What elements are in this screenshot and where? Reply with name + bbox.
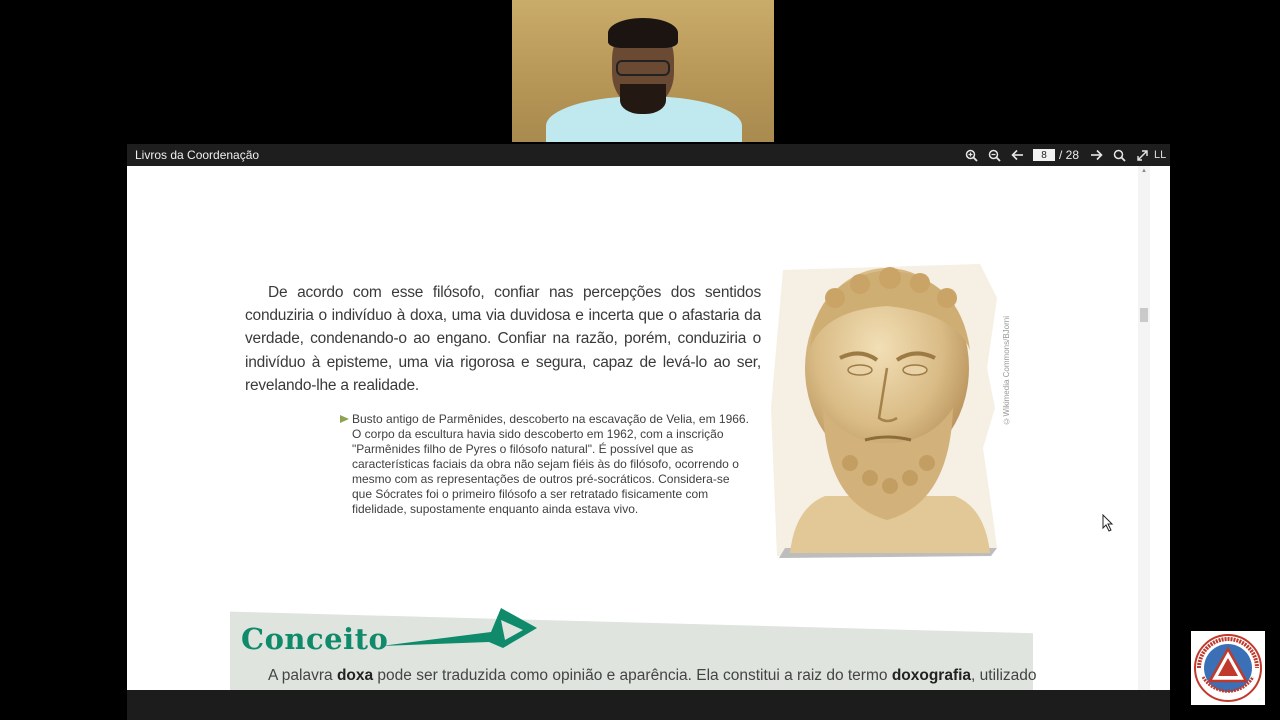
page-number-input[interactable] <box>1032 149 1055 161</box>
viewer-bottom-bar <box>127 690 1170 720</box>
document-page: De acordo com esse filósofo, confiar nas… <box>127 166 1170 690</box>
concept-text-part: , utilizado <box>971 667 1037 684</box>
person-beard <box>620 84 666 114</box>
concept-text-part: pode ser traduzida como opinião e aparên… <box>373 667 892 684</box>
concept-text: A palavra doxa pode ser traduzida como o… <box>268 667 1048 685</box>
webcam-video <box>512 0 774 142</box>
search-icon[interactable] <box>1108 144 1131 166</box>
arrow-right-icon[interactable] <box>1085 144 1108 166</box>
scroll-up-icon[interactable]: ▲ <box>1141 168 1147 174</box>
concept-term-doxografia: doxografia <box>891 667 972 684</box>
zoom-in-icon[interactable] <box>960 144 983 166</box>
image-caption: Busto antigo de Parmênides, descoberto n… <box>340 412 752 517</box>
school-logo <box>1191 631 1265 705</box>
body-paragraph: De acordo com esse filósofo, confiar nas… <box>245 281 761 397</box>
document-scrollbar[interactable]: ▲ <box>1138 166 1150 690</box>
person-hair <box>608 18 678 48</box>
document-title: Livros da Coordenação <box>135 148 260 162</box>
zoom-out-icon[interactable] <box>983 144 1006 166</box>
concept-arrow-icon <box>381 608 537 648</box>
page-total: / 28 <box>1058 148 1079 162</box>
concept-term-doxa: doxa <box>336 667 374 684</box>
mouse-cursor-icon <box>1102 514 1114 532</box>
toolbar-controls: / 28 LL <box>960 144 1170 166</box>
parmenides-bust-image <box>771 264 997 558</box>
image-credit: ©Wikimedia Commons/BJorni <box>1002 316 1011 426</box>
more-toolbar-label[interactable]: LL <box>1154 149 1170 161</box>
school-logo-icon <box>1194 634 1262 702</box>
fullscreen-icon[interactable] <box>1131 144 1154 166</box>
caption-marker-icon <box>340 415 349 423</box>
paragraph-text: De acordo com esse filósofo, confiar nas… <box>245 284 761 394</box>
arrow-left-icon[interactable] <box>1006 144 1029 166</box>
concept-text-part: A palavra <box>268 667 337 684</box>
scroll-thumb[interactable] <box>1140 308 1148 322</box>
caption-text: Busto antigo de Parmênides, descoberto n… <box>352 412 749 516</box>
person-glasses <box>616 60 670 76</box>
viewer-toolbar: Livros da Coordenação / 28 LL <box>127 144 1170 166</box>
concept-title: Conceito <box>241 622 389 656</box>
